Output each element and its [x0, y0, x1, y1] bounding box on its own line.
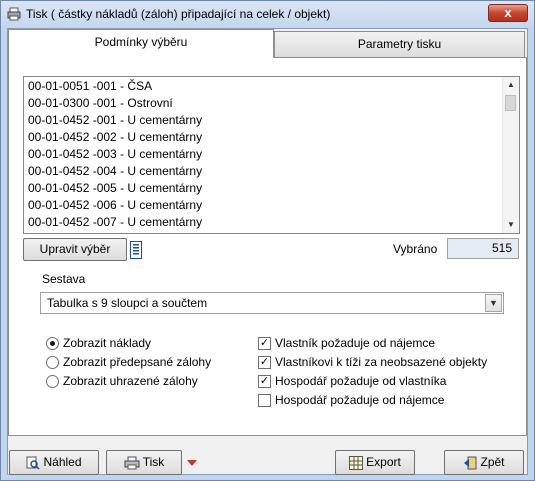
radio-selected-dot: [50, 341, 55, 346]
checkbox-label: Vlastník požaduje od nájemce: [275, 336, 436, 350]
print-button[interactable]: Tisk: [106, 450, 182, 475]
dialog-client-area: Podmínky výběru Parametry tisku 00-01-00…: [7, 28, 528, 475]
print-button-label: Tisk: [142, 455, 165, 469]
print-dialog-window: Tisk ( částky nákladů (záloh) připadajíc…: [0, 0, 535, 481]
list-item[interactable]: 00-01-0452 -004 - U cementárny: [28, 163, 202, 180]
back-button-label: Zpět: [480, 455, 505, 469]
list-item[interactable]: 00-01-0452 -006 - U cementárny: [28, 197, 202, 214]
chevron-down-icon[interactable]: ▼: [485, 294, 502, 312]
tab-panel: 00-01-0051 -001 - ČSA 00-01-0300 -001 - …: [8, 57, 527, 436]
radio-label: Zobrazit předepsané zálohy: [63, 355, 212, 369]
list-scrollbar[interactable]: ▲ ▼: [502, 77, 519, 233]
preview-button-label: Náhled: [43, 455, 82, 469]
scroll-down-arrow-icon[interactable]: ▼: [503, 217, 519, 233]
checkbox-label: Hospodář požaduje od nájemce: [275, 393, 445, 407]
export-button[interactable]: Export: [335, 450, 415, 475]
export-button-label: Export: [366, 455, 401, 469]
tab-parametry-tisku[interactable]: Parametry tisku: [274, 31, 525, 58]
radio-uhrazene-zalohy[interactable]: [46, 375, 59, 388]
checkbox-label: Vlastníkovi k tíži za neobsazené objekty: [275, 355, 488, 369]
list-item[interactable]: 00-01-0452 -007 - U cementárny: [28, 214, 202, 231]
magnifier-icon: [26, 456, 41, 470]
scroll-up-arrow-icon[interactable]: ▲: [503, 77, 519, 93]
scroll-thumb[interactable]: [505, 95, 516, 111]
printer-icon: [124, 456, 140, 470]
list-item[interactable]: 00-01-0452 -003 - U cementárny: [28, 146, 202, 163]
preview-button[interactable]: Náhled: [9, 450, 99, 475]
back-button[interactable]: Zpět: [444, 450, 524, 475]
selected-count-value: 515: [447, 238, 519, 259]
table-export-icon: [349, 455, 364, 470]
report-label: Sestava: [42, 272, 86, 286]
printer-app-icon: [7, 7, 21, 21]
radio-label: Zobrazit uhrazené zálohy: [63, 374, 198, 388]
window-title: Tisk ( částky nákladů (záloh) připadajíc…: [26, 7, 331, 21]
checkbox-vlastnik-od-najemce[interactable]: ✓: [258, 337, 271, 350]
checkbox-vlastnikovi-k-tizi[interactable]: ✓: [258, 356, 271, 369]
radio-zobrazit-naklady[interactable]: [46, 337, 59, 350]
title-bar[interactable]: Tisk ( částky nákladů (záloh) připadajíc…: [1, 1, 534, 28]
radio-predepsane-zalohy[interactable]: [46, 356, 59, 369]
report-combobox-value: Tabulka s 9 sloupci a součtem: [47, 296, 208, 310]
exit-door-icon: [464, 456, 477, 470]
selected-count-label: Vybráno: [393, 242, 438, 256]
list-item[interactable]: 00-01-0452 -005 - U cementárny: [28, 180, 202, 197]
list-item[interactable]: 00-01-0300 -001 - Ostrovní: [28, 95, 173, 112]
object-listbox[interactable]: 00-01-0051 -001 - ČSA 00-01-0300 -001 - …: [23, 76, 520, 234]
checkbox-hospodar-od-vlastnika[interactable]: ✓: [258, 375, 271, 388]
print-dropdown-arrow-icon[interactable]: [185, 453, 199, 473]
list-detail-icon[interactable]: [130, 241, 142, 259]
list-item[interactable]: 00-01-0452 -001 - U cementárny: [28, 112, 202, 129]
edit-selection-button[interactable]: Upravit výběr: [23, 238, 127, 261]
report-combobox[interactable]: Tabulka s 9 sloupci a součtem ▼: [40, 292, 504, 314]
close-button[interactable]: x: [488, 4, 528, 22]
list-item[interactable]: 00-01-0452 -002 - U cementárny: [28, 129, 202, 146]
radio-label: Zobrazit náklady: [63, 336, 152, 350]
checkbox-hospodar-od-najemce[interactable]: [258, 394, 271, 407]
checkbox-label: Hospodář požaduje od vlastníka: [275, 374, 447, 388]
list-item[interactable]: 00-01-0051 -001 - ČSA: [28, 78, 152, 95]
tab-podminky-vyberu[interactable]: Podmínky výběru: [8, 29, 274, 58]
